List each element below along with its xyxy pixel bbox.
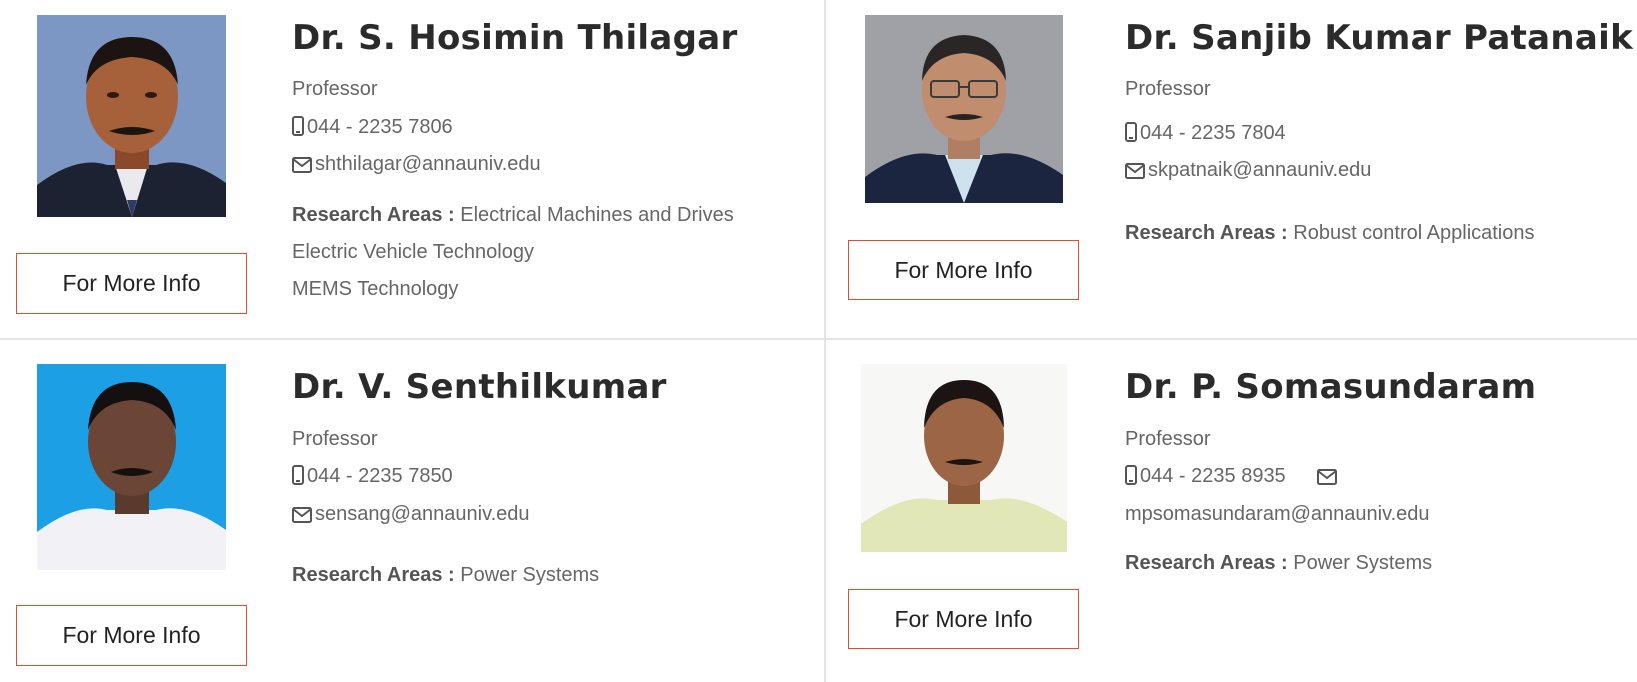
email-row: skpatnaik@annauniv.edu <box>1125 159 1371 185</box>
email-row: mpsomasundaram@annauniv.edu <box>1125 503 1430 526</box>
email-row: sensang@annauniv.edu <box>292 503 530 529</box>
email-row: shthilagar@annauniv.edu <box>292 153 541 179</box>
faculty-title: Professor <box>292 428 378 450</box>
research-area: Power Systems <box>460 564 600 586</box>
research-row: Research Areas : Robust control Applicat… <box>1125 222 1535 245</box>
research-label: Research Areas : <box>1125 222 1288 244</box>
faculty-title: Professor <box>1125 428 1211 450</box>
envelope-icon <box>292 156 312 179</box>
research-area: MEMS Technology <box>292 278 459 300</box>
envelope-icon <box>1125 162 1145 185</box>
envelope-icon <box>292 506 312 529</box>
research-label: Research Areas : <box>1125 552 1288 574</box>
email-link[interactable]: mpsomasundaram@annauniv.edu <box>1125 503 1430 525</box>
research-label: Research Areas : <box>292 204 455 226</box>
mobile-phone-icon <box>292 465 304 491</box>
faculty-photo <box>37 15 226 217</box>
faculty-name: Dr. V. Senthilkumar <box>292 367 667 407</box>
phone-number: 044 - 2235 7850 <box>307 465 453 487</box>
phone-row: 044 - 2235 7850 <box>292 465 453 491</box>
faculty-title: Professor <box>1125 78 1211 100</box>
faculty-name: Dr. S. Hosimin Thilagar <box>292 18 738 58</box>
phone-number: 044 - 2235 7804 <box>1140 122 1286 144</box>
email-link[interactable]: shthilagar@annauniv.edu <box>315 153 541 175</box>
faculty-photo <box>37 364 226 570</box>
mobile-phone-icon <box>1125 122 1137 148</box>
faculty-title: Professor <box>292 78 378 100</box>
faculty-photo <box>861 364 1067 552</box>
more-info-button[interactable]: For More Info <box>16 605 247 666</box>
research-row: Research Areas : Electrical Machines and… <box>292 204 734 227</box>
envelope-icon <box>1317 468 1338 491</box>
phone-number: 044 - 2235 8935 <box>1140 465 1286 487</box>
research-area: Electrical Machines and Drives <box>460 204 734 226</box>
more-info-button[interactable]: For More Info <box>16 253 247 314</box>
more-info-button[interactable]: For More Info <box>848 589 1079 649</box>
column-divider <box>824 0 826 682</box>
faculty-grid: For More Info Dr. S. Hosimin Thilagar Pr… <box>0 0 1637 682</box>
email-link[interactable]: sensang@annauniv.edu <box>315 503 530 525</box>
phone-row: 044 - 2235 7806 <box>292 116 453 142</box>
faculty-name: Dr. Sanjib Kumar Patanaik <box>1125 18 1634 58</box>
phone-row: 044 - 2235 7804 <box>1125 122 1286 148</box>
research-area: Electric Vehicle Technology <box>292 241 534 263</box>
research-area: Robust control Applications <box>1293 222 1535 244</box>
research-area: Power Systems <box>1293 552 1433 574</box>
row-divider <box>0 338 1637 340</box>
research-row: Research Areas : Power Systems <box>292 564 599 587</box>
more-info-button[interactable]: For More Info <box>848 240 1079 300</box>
faculty-photo <box>865 15 1063 203</box>
research-row: Research Areas : Power Systems <box>1125 552 1432 575</box>
research-label: Research Areas : <box>292 564 455 586</box>
mobile-phone-icon <box>1125 465 1137 491</box>
faculty-name: Dr. P. Somasundaram <box>1125 367 1537 407</box>
phone-number: 044 - 2235 7806 <box>307 116 453 138</box>
phone-row: 044 - 2235 8935 <box>1125 465 1340 491</box>
email-link[interactable]: skpatnaik@annauniv.edu <box>1148 159 1371 181</box>
mobile-phone-icon <box>292 116 304 142</box>
